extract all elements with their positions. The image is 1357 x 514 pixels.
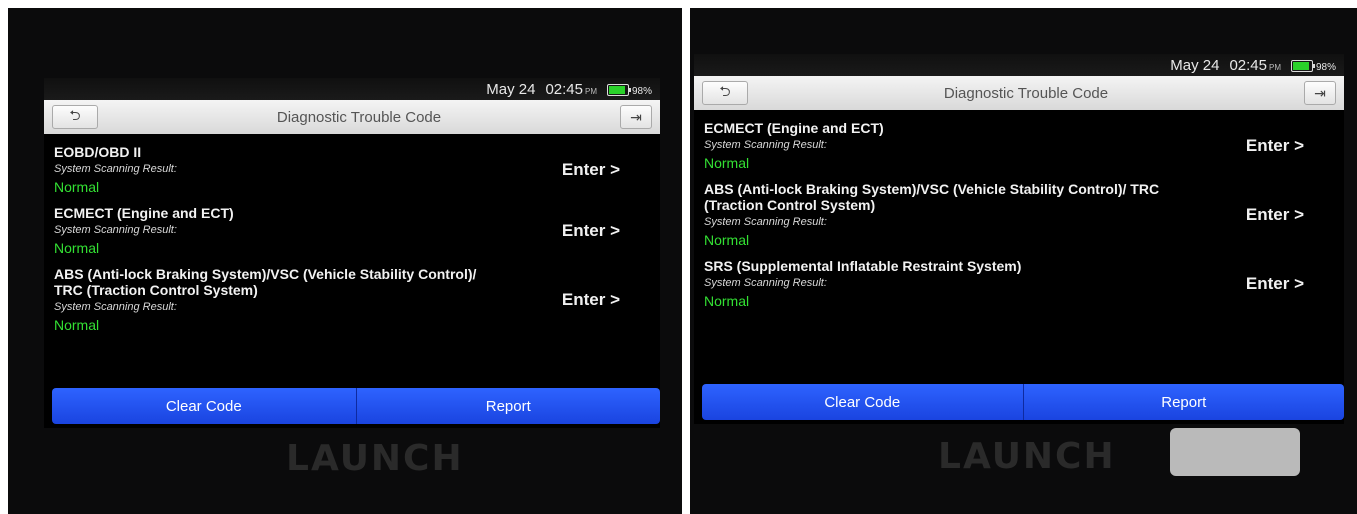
title-bar: ⮌ Diagnostic Trouble Code ⇥: [694, 76, 1344, 110]
list-item[interactable]: ABS (Anti-lock Braking System)/VSC (Vehi…: [54, 266, 650, 333]
action-bar: Clear Code Report: [52, 388, 660, 424]
status-bar: May 24 02:45 PM 98%: [44, 78, 660, 100]
battery-icon: [606, 83, 631, 96]
enter-button[interactable]: Enter >: [1246, 274, 1304, 294]
title-bar: ⮌ Diagnostic Trouble Code ⇥: [44, 100, 660, 134]
clear-code-button[interactable]: Clear Code: [52, 388, 356, 424]
page-title: Diagnostic Trouble Code: [276, 108, 442, 126]
enter-button[interactable]: Enter >: [562, 221, 620, 241]
clear-code-button[interactable]: Clear Code: [702, 384, 1023, 420]
scan-result-label: System Scanning Result:: [704, 139, 827, 151]
list-item[interactable]: ABS (Anti-lock Braking System)/VSC (Vehi…: [704, 181, 1334, 248]
scan-status: Normal: [54, 179, 100, 195]
system-name: SRS (Supplemental Inflatable Restraint S…: [704, 258, 1022, 274]
action-bar: Clear Code Report: [702, 384, 1344, 420]
enter-button[interactable]: Enter >: [1246, 205, 1304, 225]
system-list: EOBD/OBD II System Scanning Result: Norm…: [44, 134, 660, 333]
exit-button[interactable]: ⇥: [1303, 81, 1336, 105]
scan-result-label: System Scanning Result:: [54, 163, 177, 175]
scan-status: Normal: [54, 317, 100, 333]
system-name: ABS (Anti-lock Braking System)/VSC (Vehi…: [54, 266, 477, 298]
back-arrow-icon: ⮌: [719, 83, 731, 99]
scan-status: Normal: [704, 293, 750, 309]
brand-logo: LAUNCH: [286, 438, 464, 479]
scan-status: Normal: [54, 240, 100, 256]
device-screen: May 24 02:45 PM 98% ⮌ Diagnostic Trouble …: [694, 54, 1344, 424]
exit-icon: ⇥: [630, 108, 642, 125]
battery-icon: [1290, 59, 1315, 72]
list-item[interactable]: SRS (Supplemental Inflatable Restraint S…: [704, 258, 1334, 309]
scan-result-label: System Scanning Result:: [704, 216, 827, 228]
back-button[interactable]: ⮌: [52, 105, 98, 129]
list-item[interactable]: ECMECT (Engine and ECT) System Scanning …: [54, 205, 650, 256]
battery-indicator: 98%: [606, 81, 652, 98]
scan-result-label: System Scanning Result:: [54, 224, 177, 236]
report-button[interactable]: Report: [355, 388, 661, 424]
light-reflection: [1170, 428, 1300, 476]
status-date: May 24: [486, 80, 536, 98]
status-bar: May 24 02:45 PM 98%: [694, 54, 1344, 76]
exit-button[interactable]: ⇥: [619, 105, 652, 129]
system-name: ABS (Anti-lock Braking System)/VSC (Vehi…: [704, 181, 1160, 213]
left-photo: May 24 02:45 PM 98% ⮌ Diagnostic Trouble …: [8, 8, 682, 514]
enter-button[interactable]: Enter >: [1246, 136, 1304, 156]
scan-status: Normal: [704, 232, 750, 248]
brand-logo: LAUNCH: [938, 436, 1116, 477]
status-date: May 24: [1170, 56, 1220, 74]
status-time: 02:45 PM: [1229, 56, 1281, 74]
scan-result-label: System Scanning Result:: [704, 277, 827, 289]
list-item[interactable]: ECMECT (Engine and ECT) System Scanning …: [704, 120, 1334, 171]
status-time: 02:45 PM: [545, 80, 597, 98]
page-title: Diagnostic Trouble Code: [943, 84, 1109, 102]
battery-indicator: 98%: [1290, 57, 1336, 74]
enter-button[interactable]: Enter >: [562, 160, 620, 180]
scan-result-label: System Scanning Result:: [54, 301, 177, 313]
report-button[interactable]: Report: [1022, 384, 1345, 420]
right-photo: May 24 02:45 PM 98% ⮌ Diagnostic Trouble …: [690, 8, 1357, 514]
system-name: ECMECT (Engine and ECT): [704, 120, 884, 136]
system-list: ECMECT (Engine and ECT) System Scanning …: [694, 110, 1344, 309]
back-button[interactable]: ⮌: [702, 81, 748, 105]
system-name: EOBD/OBD II: [54, 144, 142, 160]
scan-status: Normal: [704, 155, 750, 171]
enter-button[interactable]: Enter >: [562, 290, 620, 310]
exit-icon: ⇥: [1314, 84, 1326, 101]
device-screen: May 24 02:45 PM 98% ⮌ Diagnostic Trouble …: [44, 78, 660, 428]
system-name: ECMECT (Engine and ECT): [54, 205, 234, 221]
list-item[interactable]: EOBD/OBD II System Scanning Result: Norm…: [54, 144, 650, 195]
back-arrow-icon: ⮌: [69, 107, 81, 123]
